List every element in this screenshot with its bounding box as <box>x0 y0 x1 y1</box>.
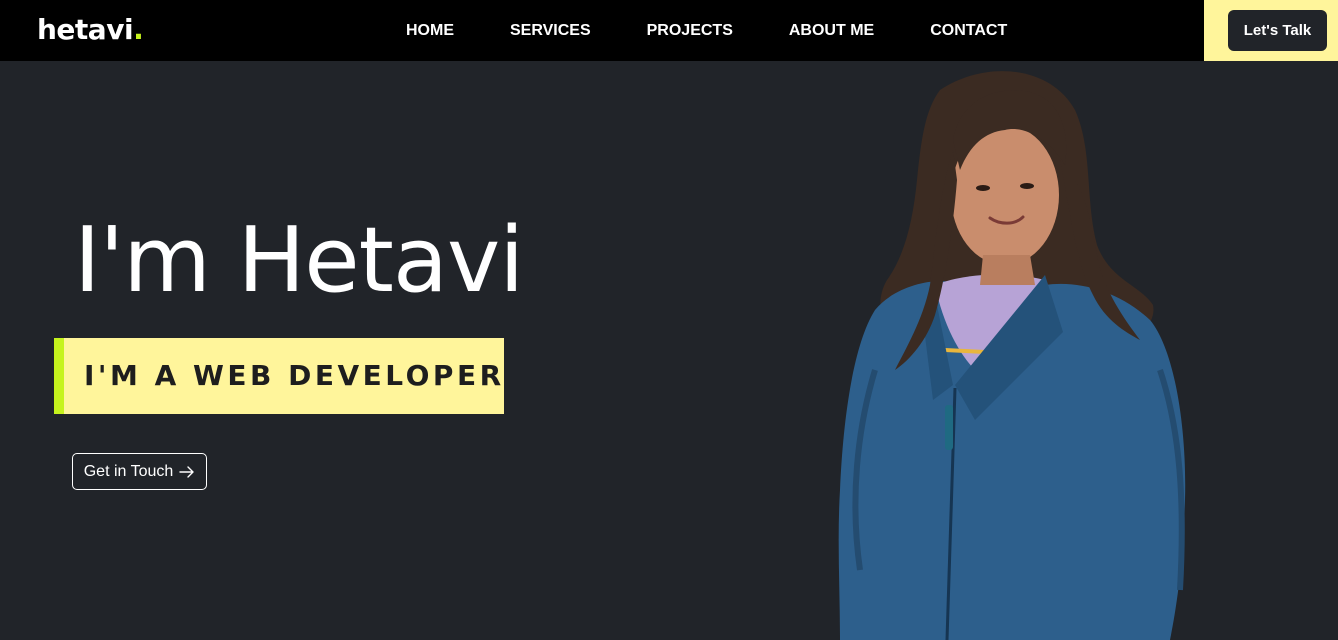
hero-title: I'm Hetavi <box>74 208 524 313</box>
brand-logo[interactable]: hetavi. <box>37 12 144 48</box>
nav-link-contact[interactable]: CONTACT <box>902 0 1035 61</box>
get-in-touch-button[interactable]: Get in Touch <box>72 453 207 490</box>
get-in-touch-label: Get in Touch <box>83 462 174 480</box>
nav-link-projects[interactable]: PROJECTS <box>619 0 761 61</box>
nav-link-home[interactable]: HOME <box>378 0 482 61</box>
main-nav: HOME SERVICES PROJECTS ABOUT ME CONTACT <box>378 0 1035 61</box>
role-banner: I'M A WEB DEVELOPER <box>54 338 504 414</box>
arrow-right-icon <box>179 465 194 478</box>
navbar: hetavi. HOME SERVICES PROJECTS ABOUT ME … <box>0 0 1338 61</box>
nav-link-services[interactable]: SERVICES <box>482 0 619 61</box>
profile-photo <box>838 71 1186 640</box>
brand-name: hetavi <box>37 13 134 46</box>
brand-dot: . <box>133 13 144 46</box>
lets-talk-button[interactable]: Let's Talk <box>1228 10 1327 51</box>
role-text: I'M A WEB DEVELOPER <box>84 359 505 392</box>
nav-link-about-me[interactable]: ABOUT ME <box>761 0 902 61</box>
